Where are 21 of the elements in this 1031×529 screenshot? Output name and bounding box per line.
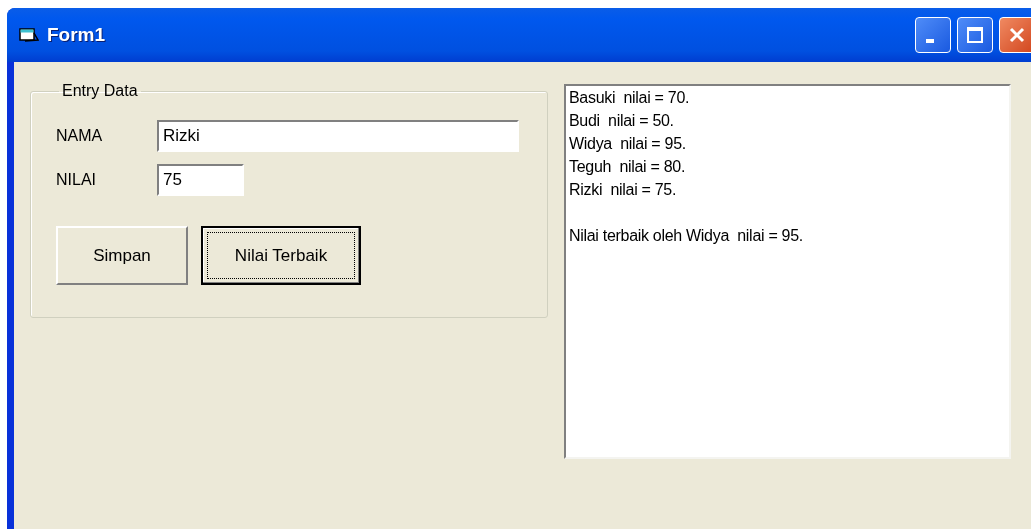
output-line: Teguh nilai = 80. [569, 157, 687, 177]
minimize-button[interactable] [915, 17, 951, 53]
output-line: Widya nilai = 95. [569, 134, 687, 154]
output-line: Budi nilai = 50. [569, 111, 675, 131]
output-line: Basuki nilai = 70. [569, 88, 691, 108]
field-label: NAMA [56, 127, 104, 145]
group-legend: Entry Data [59, 82, 141, 100]
text-field[interactable]: 75 [157, 164, 244, 196]
maximize-button[interactable] [957, 17, 993, 53]
output-line: Rizki nilai = 75. [569, 180, 678, 200]
form-button[interactable]: Simpan [56, 226, 188, 285]
window-title: Form1 [47, 24, 106, 46]
close-icon [1007, 25, 1027, 45]
form-button[interactable]: Nilai Terbaik [201, 226, 361, 285]
field-label: NILAI [56, 171, 97, 189]
minimize-icon [926, 39, 934, 43]
maximize-icon [966, 26, 984, 44]
text-field[interactable]: Rizki [157, 120, 519, 152]
form-icon [19, 27, 39, 43]
close-button[interactable] [999, 17, 1031, 53]
output-line: Nilai terbaik oleh Widya nilai = 95. [569, 226, 804, 246]
